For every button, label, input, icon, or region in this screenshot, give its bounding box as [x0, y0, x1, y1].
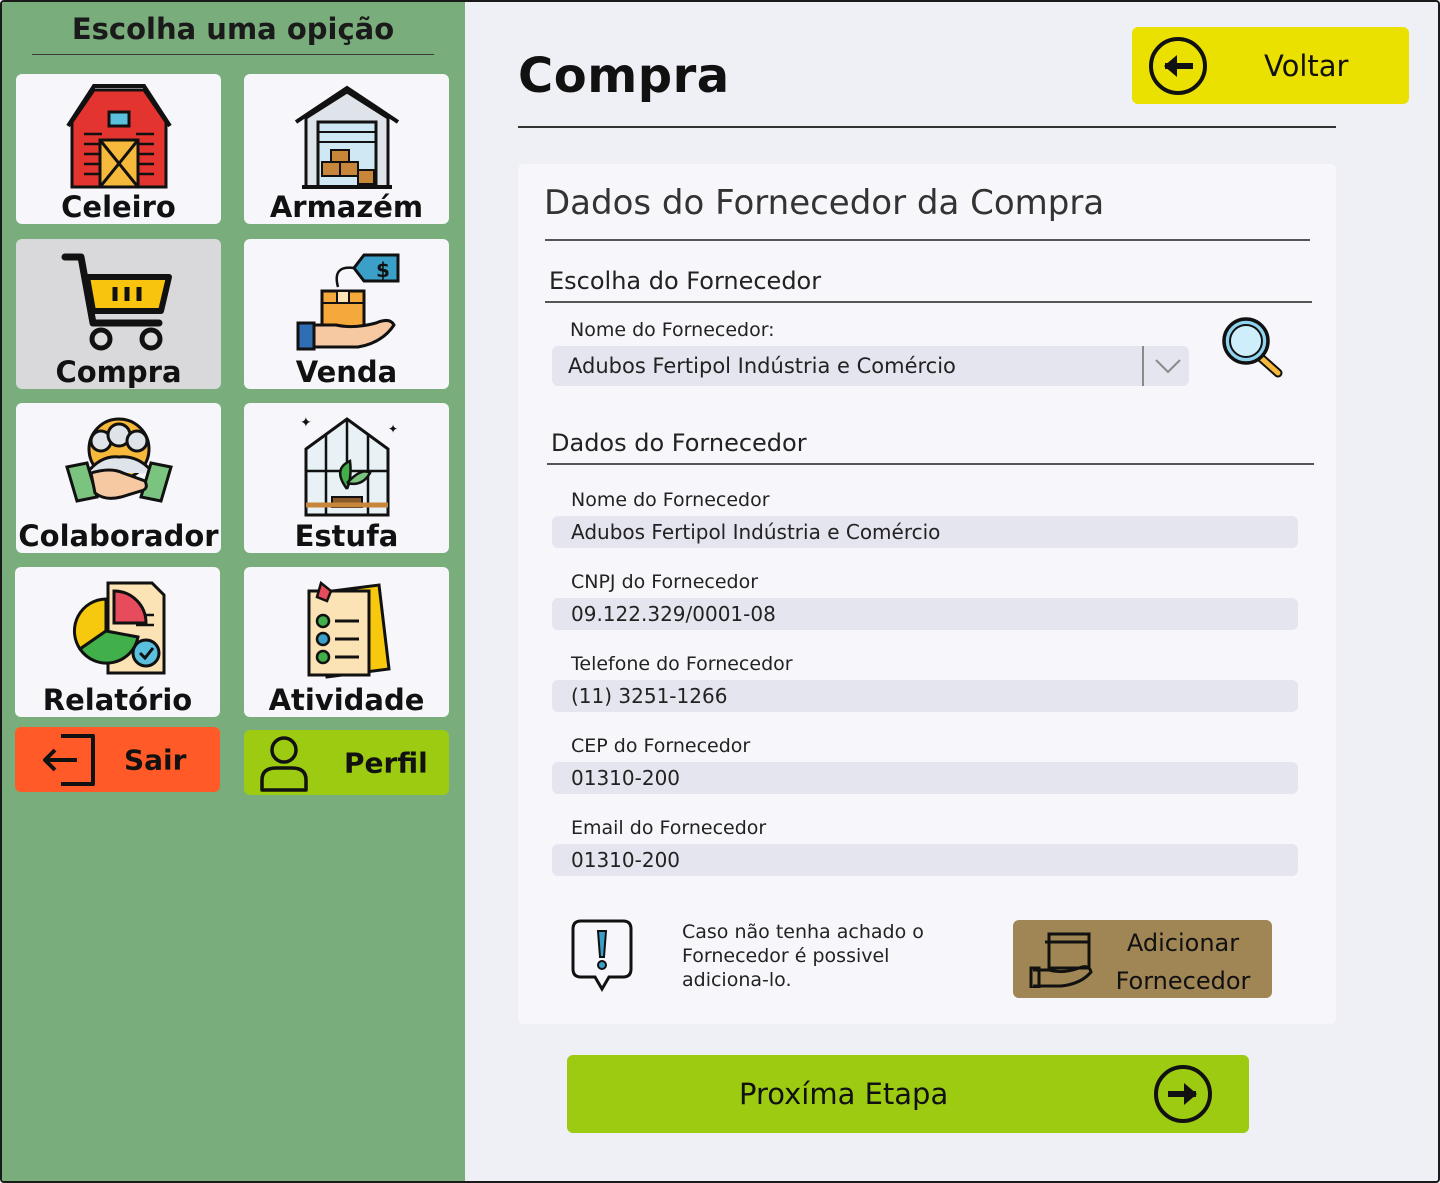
card-title: Dados do Fornecedor da Compra [544, 183, 1105, 223]
next-step-label: Proxíma Etapa [739, 1077, 949, 1111]
select-divider [1142, 346, 1144, 386]
tile-label: Compra [55, 355, 182, 389]
tile-label: Estufa [294, 519, 399, 553]
shopping-cart-icon [61, 253, 172, 351]
info-line: Caso não tenha achado o [682, 921, 924, 943]
add-supplier-button[interactable]: Adicionar Fornecedor [1013, 920, 1272, 998]
voltar-button[interactable]: Voltar [1132, 27, 1409, 104]
field-value-cnpj: 09.122.329/0001-08 [552, 598, 1298, 630]
sair-button[interactable]: Sair [15, 727, 220, 792]
info-line: adiciona-lo. [682, 969, 792, 991]
field-label-nome: Nome do Fornecedor [571, 489, 770, 511]
chevron-down-icon [1155, 359, 1181, 374]
section-divider [547, 463, 1314, 465]
tile-label: Colaborador [18, 519, 219, 553]
card-title-divider [545, 239, 1310, 241]
alert-bubble-icon [571, 919, 633, 997]
add-supplier-label: Adicionar Fornecedor [1108, 924, 1258, 1000]
search-icon[interactable] [1220, 315, 1284, 383]
field-value-email: 01310-200 [552, 844, 1298, 876]
field-label-cnpj: CNPJ do Fornecedor [571, 571, 759, 593]
sidebar: Escolha uma opição Celeiro Armazém Compr… [2, 2, 465, 1181]
field-value-telefone: (11) 3251-1266 [552, 680, 1298, 712]
back-arrow-icon [1149, 37, 1207, 95]
tile-label: Celeiro [61, 190, 176, 224]
next-step-button[interactable]: Proxíma Etapa [567, 1055, 1249, 1133]
sidebar-item-relatorio[interactable]: Relatório [15, 567, 220, 717]
sidebar-item-colaborador[interactable]: Colaborador [16, 403, 221, 553]
logout-icon [43, 734, 95, 786]
field-label-email: Email do Fornecedor [571, 817, 767, 839]
voltar-label: Voltar [1264, 48, 1349, 83]
handshake-team-icon [64, 417, 173, 503]
info-text: Caso não tenha achado o Fornecedor é pos… [682, 920, 982, 992]
tile-label: Relatório [42, 683, 193, 717]
svg-text:$: $ [376, 258, 390, 282]
supplier-select[interactable]: Adubos Fertipol Indústria e Comércio [552, 346, 1189, 386]
app-window: Escolha uma opição Celeiro Armazém Compr… [0, 0, 1440, 1183]
sidebar-item-compra[interactable]: Compra [16, 239, 221, 389]
field-label-telefone: Telefone do Fornecedor [571, 653, 793, 675]
add-label-line: Adicionar [1126, 929, 1240, 957]
field-label-cep: CEP do Fornecedor [571, 735, 751, 757]
add-label-line: Fornecedor [1115, 967, 1251, 995]
sidebar-title: Escolha uma opição [32, 12, 434, 55]
forward-arrow-icon [1154, 1065, 1212, 1123]
sidebar-item-venda[interactable]: $ Venda [244, 239, 449, 389]
sidebar-item-armazem[interactable]: Armazém [244, 74, 449, 224]
title-divider [518, 126, 1336, 128]
sidebar-item-estufa[interactable]: ✦ ✦ Estufa [244, 403, 449, 553]
greenhouse-icon: ✦ ✦ [300, 415, 398, 517]
svg-text:✦: ✦ [300, 415, 312, 431]
sidebar-item-celeiro[interactable]: Celeiro [16, 74, 221, 224]
checklist-icon [307, 580, 391, 679]
svg-text:✦: ✦ [388, 422, 398, 436]
tile-label: Armazém [269, 190, 424, 224]
select-label: Nome do Fornecedor: [570, 319, 775, 341]
field-value-nome: Adubos Fertipol Indústria e Comércio [552, 516, 1298, 548]
perfil-button[interactable]: Perfil [244, 730, 449, 795]
report-chart-icon [72, 581, 165, 675]
tile-label: Venda [295, 355, 398, 389]
page-title: Compra [518, 48, 730, 104]
info-line: Fornecedor é possivel [682, 945, 890, 967]
warehouse-icon [294, 85, 399, 189]
sair-label: Sair [124, 743, 187, 776]
supplier-select-value: Adubos Fertipol Indústria e Comércio [568, 354, 956, 378]
user-profile-icon [260, 736, 308, 792]
sale-box-hand-icon: $ [296, 253, 399, 351]
barn-icon [65, 84, 172, 189]
box-hand-icon [1029, 932, 1093, 988]
perfil-label: Perfil [344, 746, 428, 779]
section-divider [545, 301, 1312, 303]
section-supplier-data: Dados do Fornecedor [551, 429, 807, 457]
tile-label: Atividade [268, 683, 425, 717]
section-choose-supplier: Escolha do Fornecedor [549, 267, 822, 295]
sidebar-item-atividade[interactable]: Atividade [244, 567, 449, 717]
field-value-cep: 01310-200 [552, 762, 1298, 794]
